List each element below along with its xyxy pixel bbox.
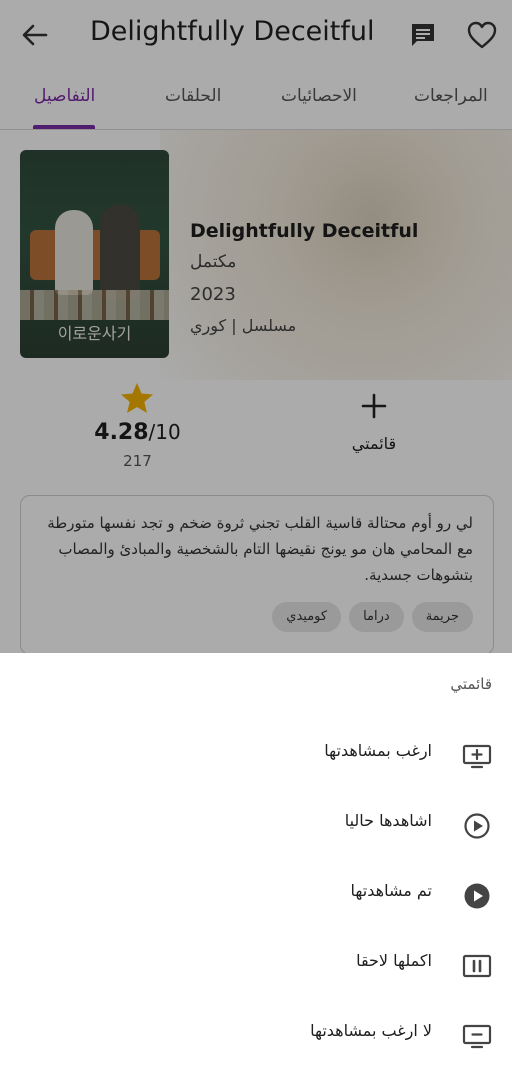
sheet-title: قائمتي <box>450 675 492 693</box>
option-label: ارغب بمشاهدتها <box>324 741 432 760</box>
option-not-interested[interactable]: لا ارغب بمشاهدتها <box>0 1001 512 1071</box>
option-label: تم مشاهدتها <box>350 881 432 900</box>
option-label: اكملها لاحقا <box>356 951 432 970</box>
option-watching[interactable]: اشاهدها حاليا <box>0 791 512 861</box>
play-circle-filled-icon <box>464 883 490 909</box>
my-list-bottom-sheet: قائمتي ارغب بمشاهدتها اشاهدها حاليا تم م… <box>0 653 512 1071</box>
option-watched[interactable]: تم مشاهدتها <box>0 861 512 931</box>
tv-plus-icon <box>462 744 492 769</box>
pause-box-icon <box>462 954 492 978</box>
tv-minus-icon <box>462 1024 492 1049</box>
option-on-hold[interactable]: اكملها لاحقا <box>0 931 512 1001</box>
option-want-to-watch[interactable]: ارغب بمشاهدتها <box>0 721 512 791</box>
play-circle-outline-icon <box>464 813 490 839</box>
option-label: لا ارغب بمشاهدتها <box>310 1021 432 1040</box>
option-label: اشاهدها حاليا <box>344 811 432 830</box>
modal-scrim[interactable] <box>0 0 512 653</box>
